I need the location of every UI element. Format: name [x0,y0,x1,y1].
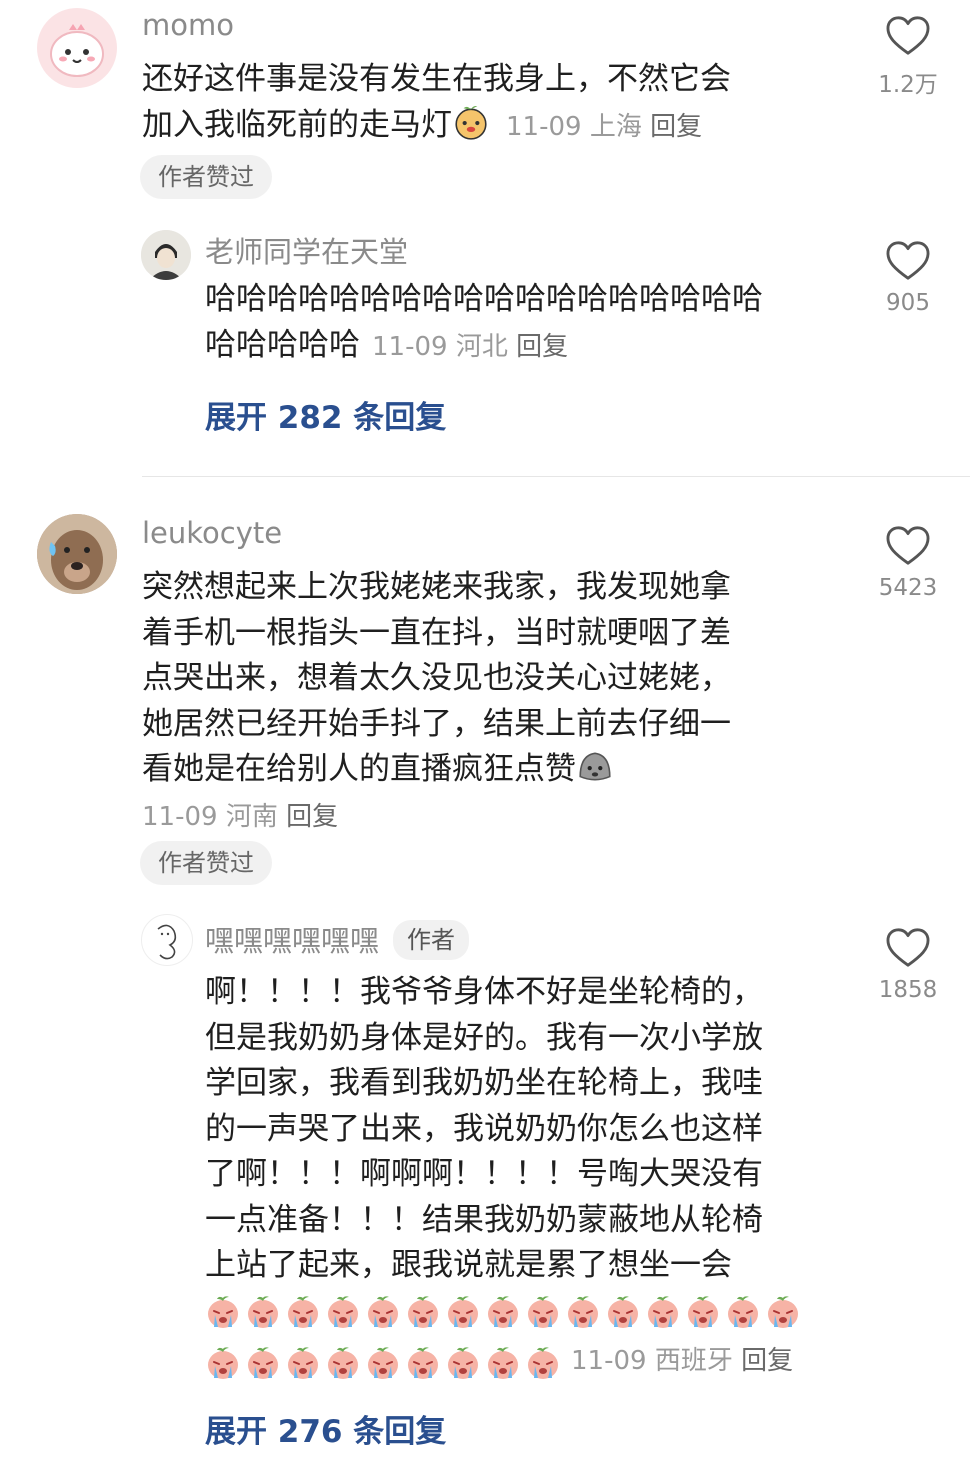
crying-peach-emoji [445,1345,481,1381]
comment-location: 上海 [589,111,642,142]
crying-peach-emoji [445,1294,481,1330]
sly-face-emoji [455,105,487,140]
rock-face-emoji [579,752,611,781]
avatar[interactable] [141,230,191,280]
crying-peach-emoji [405,1345,441,1381]
comment-text: 还好这件事是没有发生在我身上，不然它会 加入我临死前的走马灯 11-09 上海 回… [142,61,731,143]
crying-peach-emoji [365,1345,401,1381]
expand-replies-link[interactable]: 展开 282 条回复 [205,392,446,437]
crying-peach-emoji [485,1345,521,1381]
author-liked-badge: 作者赞过 [140,155,272,199]
crying-peach-emoji [565,1294,601,1330]
crying-peach-emoji [525,1345,561,1381]
crying-peach-emoji [685,1294,721,1330]
author-liked-badge: 作者赞过 [140,841,272,885]
comment-location: 西班牙 [654,1346,733,1376]
like-count: 1.2万 [878,72,938,98]
like-count: 5423 [878,575,938,601]
heart-outline-icon[interactable] [885,240,931,282]
like-count: 1858 [878,977,938,1003]
comment-username-row: 嘿嘿嘿嘿嘿嘿 作者 [205,918,470,960]
reply-button[interactable]: 回复 [650,112,702,142]
crying-peach-emoji [405,1294,441,1330]
emoji-row [205,1294,805,1338]
like-button[interactable]: 1.2万 [863,15,953,99]
avatar[interactable] [141,914,193,966]
emoji-row: 11-09 西班牙 回复 [205,1340,793,1384]
comment-date: 11-09 [372,331,448,362]
divider [142,476,970,477]
crying-peach-emoji [765,1294,801,1330]
comment-location: 河南 [225,802,278,832]
crying-peach-emoji [365,1294,401,1330]
comment-location: 河北 [455,331,508,362]
crying-peach-emoji [645,1294,681,1330]
comment-text: 哈哈哈哈哈哈哈哈哈哈哈哈哈哈哈哈哈哈 哈哈哈哈哈 11-09 河北 回复 [205,281,763,363]
comment-username[interactable]: 嘿嘿嘿嘿嘿嘿 [205,924,379,958]
heart-outline-icon[interactable] [885,525,931,567]
like-button[interactable]: 5423 [863,525,953,601]
comment-username[interactable]: momo [142,8,234,42]
crying-peach-emoji [205,1294,241,1330]
crying-peach-emoji [285,1294,321,1330]
comment-date: 11-09 [571,1346,647,1376]
comment-meta: 11-09 河南 回复 [142,796,338,833]
like-button[interactable]: 1858 [863,927,953,1003]
crying-peach-emoji [485,1294,521,1330]
avatar[interactable] [37,514,117,594]
reply-button[interactable]: 回复 [741,1346,793,1376]
crying-peach-emoji [205,1345,241,1381]
reply-button[interactable]: 回复 [286,802,338,832]
crying-peach-emoji [605,1294,641,1330]
crying-peach-emoji [725,1294,761,1330]
crying-peach-emoji [285,1345,321,1381]
like-count: 905 [886,290,930,316]
reply-button[interactable]: 回复 [516,332,568,362]
crying-peach-emoji [245,1345,281,1381]
expand-replies-link[interactable]: 展开 276 条回复 [205,1406,446,1451]
comment-text: 啊！！！！我爷爷身体不好是坐轮椅的， 但是我奶奶身体是好的。我有一次小学放 学回… [205,974,763,1283]
crying-peach-emoji [525,1294,561,1330]
crying-peach-emoji [245,1294,281,1330]
comment-date: 11-09 [506,111,582,142]
comment-date: 11-09 [142,802,218,832]
heart-outline-icon[interactable] [885,927,931,969]
crying-peach-emoji [325,1345,361,1381]
crying-peach-emoji [325,1294,361,1330]
comment-username[interactable]: leukocyte [142,516,282,550]
author-tag: 作者 [393,920,470,960]
like-button[interactable]: 905 [863,240,953,316]
heart-outline-icon[interactable] [885,15,931,57]
comment-text: 突然想起来上次我姥姥来我家，我发现她拿 着手机一根指头一直在抖，当时就哽咽了差 … [142,569,731,787]
avatar[interactable] [37,8,117,88]
comment-username[interactable]: 老师同学在天堂 [205,229,408,271]
